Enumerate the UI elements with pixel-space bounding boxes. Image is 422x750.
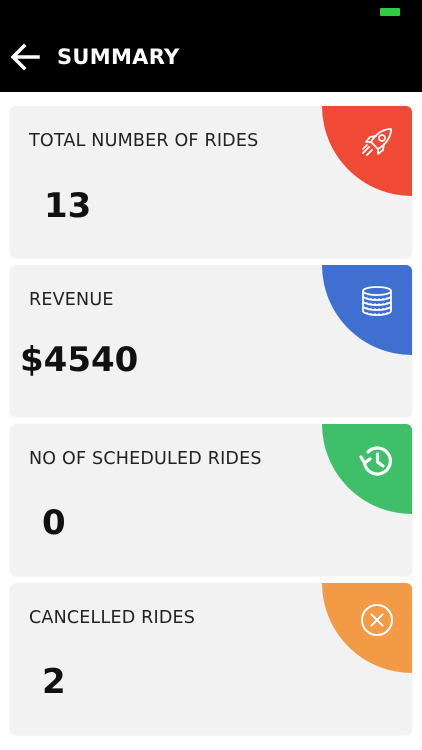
summary-cards: TOTAL NUMBER OF RIDES 13 REVENUE $4540 N… (10, 106, 412, 742)
status-bar (0, 0, 422, 22)
revenue-value: $4540 (20, 340, 139, 380)
scheduled-rides-value: 0 (42, 503, 66, 543)
revenue-label: REVENUE (29, 290, 114, 310)
scheduled-rides-label: NO OF SCHEDULED RIDES (29, 449, 262, 469)
scheduled-rides-corner (322, 424, 412, 514)
cancelled-rides-card[interactable]: CANCELLED RIDES 2 (10, 583, 412, 734)
revenue-card[interactable]: REVENUE $4540 (10, 265, 412, 416)
cancelled-rides-value: 2 (42, 662, 66, 702)
total-rides-label: TOTAL NUMBER OF RIDES (29, 131, 259, 151)
page-title: SUMMARY (57, 45, 180, 69)
total-rides-value: 13 (44, 186, 92, 226)
total-rides-card[interactable]: TOTAL NUMBER OF RIDES 13 (10, 106, 412, 257)
scheduled-rides-card[interactable]: NO OF SCHEDULED RIDES 0 (10, 424, 412, 575)
battery-icon (380, 8, 400, 16)
history-icon (359, 446, 392, 476)
cancelled-rides-label: CANCELLED RIDES (29, 608, 196, 628)
back-button[interactable] (8, 40, 42, 74)
rocket-icon (362, 128, 392, 156)
arrow-left-icon (10, 43, 40, 71)
app-bar: SUMMARY (0, 22, 422, 92)
coins-icon (362, 286, 392, 316)
revenue-corner (322, 265, 412, 355)
cancelled-rides-corner (322, 583, 412, 673)
cancel-circle-icon (361, 604, 393, 636)
total-rides-corner (322, 106, 412, 196)
